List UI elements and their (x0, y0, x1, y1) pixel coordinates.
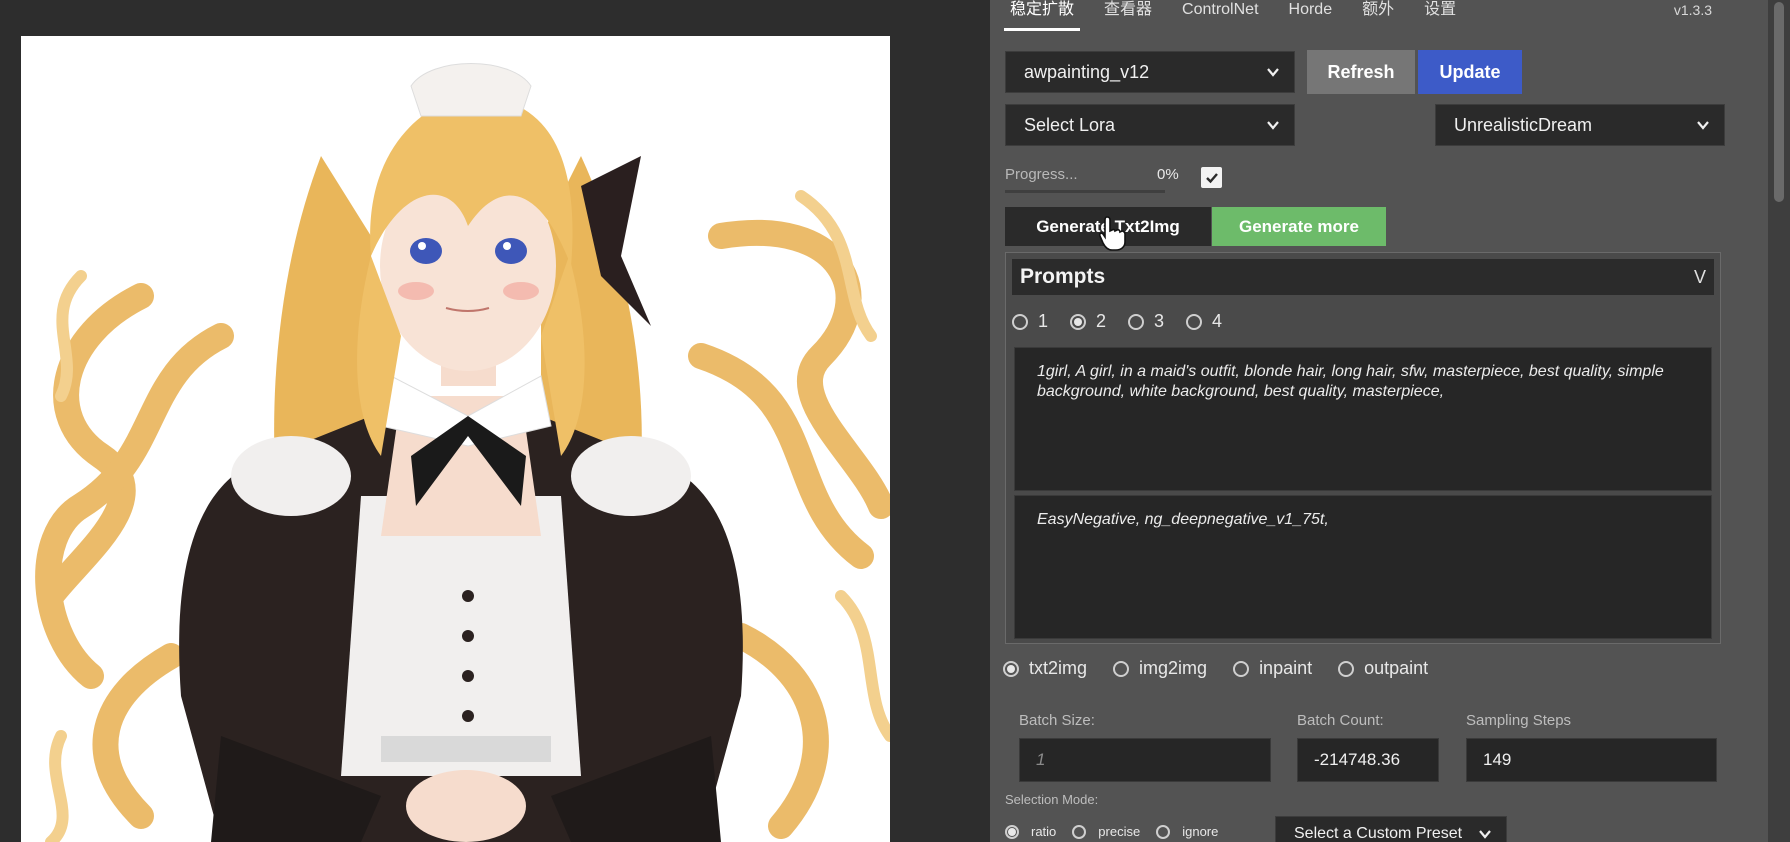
radio-label: 4 (1212, 311, 1223, 331)
radio-circle-selected (1005, 824, 1019, 839)
tab-viewer[interactable]: 查看器 (1098, 0, 1158, 28)
radio-circle (1233, 660, 1250, 677)
model-dropdown-value: awpainting_v12 (1024, 61, 1150, 82)
tab-stable-diffusion[interactable]: 稳定扩散 (1004, 0, 1081, 31)
radio-label: txt2img (1029, 658, 1088, 678)
progress-value: 0% (1157, 166, 1179, 183)
chevron-down-icon (1479, 830, 1491, 839)
negative-prompt-textarea[interactable]: EasyNegative, ng_deepnegative_v1_75t, (1014, 495, 1712, 639)
selection-mode-radios: ratio precise ignore (1005, 824, 1234, 839)
style-dropdown-value: UnrealisticDream (1454, 114, 1593, 135)
radio-circle-selected (1003, 660, 1019, 677)
batch-size-input[interactable]: 1 (1019, 738, 1271, 782)
custom-preset-value: Select a Custom Preset (1294, 825, 1463, 842)
generated-image[interactable] (21, 36, 890, 842)
lora-dropdown[interactable]: Select Lora (1005, 104, 1295, 146)
radio-label: inpaint (1259, 658, 1313, 678)
collapse-toggle-icon[interactable]: V (1694, 267, 1706, 288)
tab-bar: 稳定扩散 查看器 ControlNet Horde 额外 设置 (1004, 0, 1480, 32)
panel-scrollbar[interactable] (1768, 0, 1790, 842)
prompt-slot-3[interactable]: 3 (1128, 311, 1164, 332)
mode-outpaint[interactable]: outpaint (1338, 658, 1428, 679)
refresh-button[interactable]: Refresh (1307, 50, 1415, 94)
style-dropdown[interactable]: UnrealisticDream (1435, 104, 1725, 146)
radio-circle (1186, 313, 1203, 330)
mode-inpaint[interactable]: inpaint (1233, 658, 1312, 679)
generation-mode-radios: txt2img img2img inpaint outpaint (1003, 658, 1454, 679)
prompt-slot-1[interactable]: 1 (1012, 311, 1048, 332)
control-panel: 稳定扩散 查看器 ControlNet Horde 额外 设置 v1.3.3 a… (990, 0, 1768, 842)
hand-pointer-icon (1098, 216, 1126, 251)
selection-ignore[interactable]: ignore (1156, 824, 1218, 839)
batch-size-label: Batch Size: (1019, 712, 1095, 729)
batch-count-input[interactable]: -214748.36 (1297, 738, 1439, 782)
progress-label: Progress... (1005, 166, 1078, 183)
radio-label: ratio (1031, 824, 1057, 839)
tab-extras[interactable]: 额外 (1356, 0, 1400, 28)
model-dropdown[interactable]: awpainting_v12 (1005, 51, 1295, 93)
prompt-slot-radios: 1 2 3 4 (1012, 311, 1244, 332)
tab-controlnet[interactable]: ControlNet (1176, 0, 1264, 28)
tab-horde[interactable]: Horde (1283, 0, 1339, 28)
maid-illustration (21, 36, 890, 842)
radio-label: 3 (1154, 311, 1165, 331)
prompt-slot-4[interactable]: 4 (1186, 311, 1222, 332)
radio-circle (1113, 660, 1130, 677)
radio-label: 1 (1038, 311, 1049, 331)
selection-mode-label: Selection Mode: (1005, 792, 1099, 807)
mode-txt2img[interactable]: txt2img (1003, 658, 1087, 679)
progress-bar (1005, 190, 1165, 193)
radio-circle (1012, 313, 1028, 330)
batch-count-label: Batch Count: (1297, 712, 1384, 729)
lora-dropdown-value: Select Lora (1024, 114, 1116, 135)
update-button[interactable]: Update (1418, 50, 1522, 94)
radio-circle (1072, 824, 1087, 839)
radio-label: img2img (1139, 658, 1208, 678)
positive-prompt-textarea[interactable]: 1girl, A girl, in a maid's outfit, blond… (1014, 347, 1712, 491)
scrollbar-thumb[interactable] (1774, 2, 1784, 202)
chevron-down-icon (1267, 121, 1279, 130)
generate-more-button[interactable]: Generate more (1212, 207, 1386, 246)
radio-label: 2 (1096, 311, 1107, 331)
prompts-title: Prompts (1020, 265, 1106, 288)
radio-circle (1156, 824, 1171, 839)
chevron-down-icon (1267, 68, 1279, 77)
checkmark-icon (1205, 172, 1218, 183)
radio-label: outpaint (1364, 658, 1429, 678)
progress-checkbox[interactable] (1201, 167, 1222, 188)
version-label: v1.3.3 (1673, 2, 1712, 18)
mode-img2img[interactable]: img2img (1113, 658, 1207, 679)
canvas-area (0, 0, 990, 842)
radio-label: precise (1098, 824, 1141, 839)
radio-circle (1338, 660, 1355, 677)
sampling-steps-label: Sampling Steps (1466, 712, 1572, 729)
prompts-header[interactable]: Prompts V (1012, 259, 1714, 295)
chevron-down-icon (1697, 121, 1709, 130)
sampling-steps-input[interactable]: 149 (1466, 738, 1717, 782)
radio-circle-selected (1070, 313, 1087, 330)
selection-ratio[interactable]: ratio (1005, 824, 1056, 839)
radio-label: ignore (1182, 824, 1219, 839)
prompts-section: Prompts V 1 2 3 4 1girl, A girl, in a ma… (1005, 252, 1721, 644)
tab-settings[interactable]: 设置 (1418, 0, 1462, 28)
custom-preset-dropdown[interactable]: Select a Custom Preset (1275, 816, 1507, 842)
prompt-slot-2[interactable]: 2 (1070, 311, 1106, 332)
selection-precise[interactable]: precise (1072, 824, 1140, 839)
radio-circle (1128, 313, 1145, 330)
